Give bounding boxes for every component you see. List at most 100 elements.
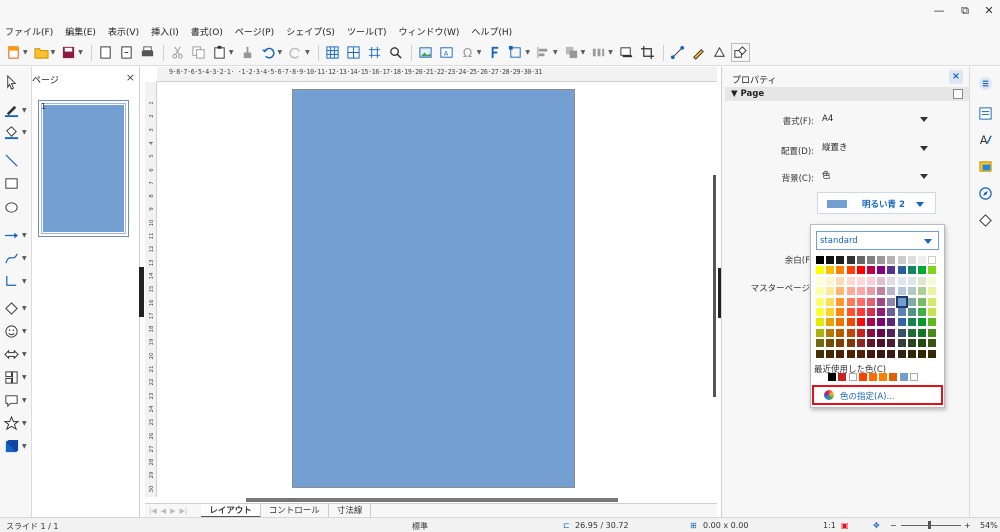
open-folder-icon[interactable] bbox=[32, 43, 51, 62]
points-icon[interactable] bbox=[668, 43, 687, 62]
recent-color-swatch[interactable] bbox=[838, 373, 847, 381]
color-swatch[interactable] bbox=[877, 256, 886, 264]
close-icon[interactable]: × bbox=[126, 71, 135, 84]
copy-icon[interactable] bbox=[189, 43, 208, 62]
color-swatch[interactable] bbox=[887, 328, 896, 337]
recent-color-swatch[interactable] bbox=[879, 373, 888, 381]
color-swatch[interactable] bbox=[877, 339, 886, 348]
redo-icon[interactable] bbox=[286, 43, 305, 62]
color-swatch[interactable] bbox=[877, 318, 886, 327]
color-swatch[interactable] bbox=[897, 276, 906, 285]
snap-icon[interactable] bbox=[365, 43, 384, 62]
orientation-select[interactable]: 縦置き bbox=[822, 140, 928, 156]
color-swatch[interactable] bbox=[928, 256, 937, 264]
prev-tab-icon[interactable]: ◀ bbox=[161, 507, 166, 515]
color-swatch[interactable] bbox=[895, 295, 908, 308]
zoom-icon[interactable] bbox=[386, 43, 405, 62]
chevron-down-icon[interactable]: ▼ bbox=[305, 49, 310, 56]
color-swatch[interactable] bbox=[846, 297, 855, 306]
custom-color-button[interactable]: 色の指定(A)... bbox=[812, 385, 943, 405]
color-swatch[interactable] bbox=[887, 266, 896, 275]
chevron-down-icon[interactable]: ▼ bbox=[278, 49, 283, 56]
color-swatch[interactable] bbox=[867, 308, 875, 316]
color-swatch[interactable] bbox=[887, 349, 896, 358]
export-pdf-icon[interactable] bbox=[117, 43, 136, 62]
color-swatch[interactable] bbox=[897, 339, 906, 348]
select-tool[interactable] bbox=[4, 72, 28, 92]
color-swatch[interactable] bbox=[877, 349, 886, 358]
color-swatch[interactable] bbox=[856, 266, 865, 275]
color-swatch[interactable] bbox=[856, 297, 865, 306]
menu-view[interactable]: 表示(V) bbox=[108, 25, 139, 38]
page-section-header[interactable]: ▼ Page bbox=[725, 87, 969, 101]
color-swatch[interactable] bbox=[826, 328, 835, 337]
color-swatch[interactable] bbox=[918, 308, 926, 316]
properties-icon[interactable] bbox=[976, 104, 994, 122]
vertical-scrollbar[interactable] bbox=[713, 175, 716, 397]
color-swatch[interactable] bbox=[897, 256, 906, 264]
color-swatch[interactable] bbox=[846, 276, 855, 285]
line-color-tool[interactable]: ▼ bbox=[4, 100, 28, 120]
color-swatch[interactable] bbox=[836, 339, 845, 348]
color-swatch[interactable] bbox=[887, 297, 896, 306]
stars-tool[interactable]: ▼ bbox=[4, 413, 28, 433]
color-swatch[interactable] bbox=[816, 328, 824, 337]
clone-format-icon[interactable] bbox=[238, 43, 257, 62]
color-swatch[interactable] bbox=[918, 349, 926, 358]
chevron-down-icon[interactable]: ▼ bbox=[525, 49, 530, 56]
color-swatch[interactable] bbox=[928, 266, 937, 275]
last-tab-icon[interactable]: ▶| bbox=[180, 507, 188, 515]
color-swatch[interactable] bbox=[887, 256, 896, 264]
color-swatch[interactable] bbox=[826, 256, 835, 264]
fontwork-icon[interactable] bbox=[485, 43, 504, 62]
color-swatch[interactable] bbox=[928, 297, 937, 306]
color-swatch[interactable] bbox=[826, 287, 835, 296]
color-swatch[interactable] bbox=[836, 297, 845, 306]
color-swatch[interactable] bbox=[816, 318, 824, 327]
3d-objects-tool[interactable]: ▼ bbox=[4, 436, 28, 456]
color-swatch[interactable] bbox=[867, 287, 875, 296]
navigator-icon[interactable] bbox=[976, 184, 994, 202]
zoom-slider[interactable] bbox=[901, 525, 961, 526]
color-swatch[interactable] bbox=[836, 328, 845, 337]
color-swatch[interactable] bbox=[928, 328, 937, 337]
more-options-icon[interactable] bbox=[953, 89, 963, 99]
color-swatch[interactable] bbox=[836, 318, 845, 327]
recent-color-swatch[interactable] bbox=[909, 373, 918, 381]
color-swatch[interactable] bbox=[877, 276, 886, 285]
chevron-down-icon[interactable]: ▼ bbox=[78, 49, 83, 56]
color-swatch[interactable] bbox=[867, 297, 875, 306]
tab-controls[interactable]: コントロール bbox=[261, 503, 329, 518]
crop-icon[interactable] bbox=[638, 43, 657, 62]
curve-tool[interactable]: ▼ bbox=[4, 248, 28, 268]
color-swatch[interactable] bbox=[877, 328, 886, 337]
menu-help[interactable]: ヘルプ(H) bbox=[471, 25, 512, 38]
color-swatch[interactable] bbox=[877, 287, 886, 296]
color-swatch[interactable] bbox=[928, 308, 937, 316]
recent-color-swatch[interactable] bbox=[869, 373, 878, 381]
tab-dimension-lines[interactable]: 寸法線 bbox=[329, 503, 372, 518]
color-swatch[interactable] bbox=[856, 276, 865, 285]
menu-page[interactable]: ページ(P) bbox=[235, 25, 274, 38]
zoom-slider-handle[interactable] bbox=[928, 521, 931, 529]
helplines-icon[interactable] bbox=[344, 43, 363, 62]
slide-page[interactable] bbox=[292, 89, 575, 488]
background-select[interactable]: 色 bbox=[822, 168, 928, 184]
color-swatch[interactable] bbox=[826, 349, 835, 358]
first-tab-icon[interactable]: |◀ bbox=[149, 507, 157, 515]
gallery-icon[interactable] bbox=[976, 157, 994, 175]
vertical-ruler[interactable]: 1 2 3 4 5 6 7 8 9 10 11 12 13 14 15 16 17 18 19 20 21 22 23 24 2… bbox=[145, 82, 157, 497]
color-swatch[interactable] bbox=[918, 297, 926, 306]
color-swatch[interactable] bbox=[846, 318, 855, 327]
color-swatch[interactable] bbox=[907, 308, 916, 316]
color-swatch[interactable] bbox=[856, 349, 865, 358]
color-swatch[interactable] bbox=[816, 308, 824, 316]
horizontal-ruler[interactable]: 9·8·7·6·5·4·3·2·1· ·1·2·3·4·5·6·7·8·9·10… bbox=[157, 67, 717, 82]
color-swatch[interactable] bbox=[816, 276, 824, 285]
color-swatch[interactable] bbox=[907, 287, 916, 296]
template-icon[interactable] bbox=[96, 43, 115, 62]
scale-ratio[interactable]: 1:1 bbox=[823, 521, 836, 530]
color-swatch[interactable] bbox=[846, 308, 855, 316]
menu-window[interactable]: ウィンドウ(W) bbox=[398, 25, 459, 38]
color-swatch[interactable] bbox=[918, 266, 926, 275]
